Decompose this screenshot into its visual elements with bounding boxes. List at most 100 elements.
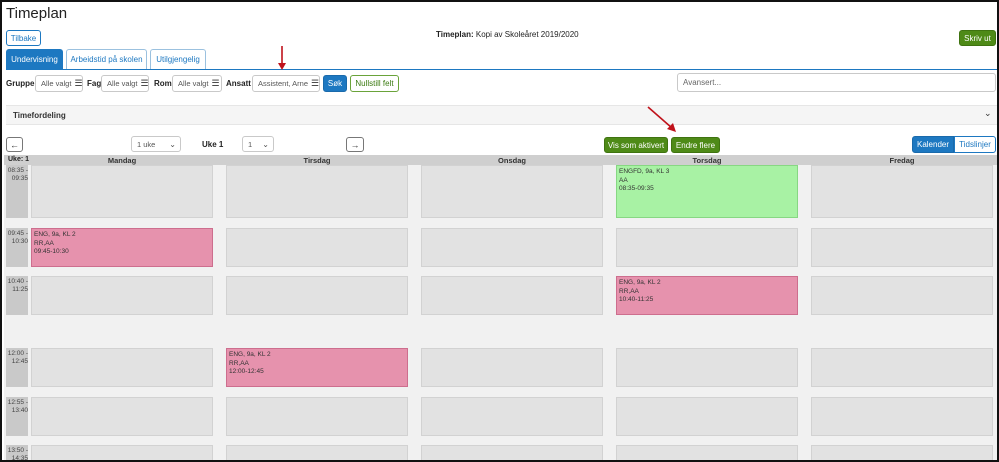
event-time: 09:45-10:30 [34,248,69,255]
week-label: Uke 1 [202,140,224,149]
time-slot-4: 12:00 - 12:45 [6,348,28,387]
event-card[interactable]: ENG, 9a, KL 2 RR,AA 09:45-10:30 [31,228,213,267]
calendar-cell[interactable] [811,165,993,218]
time-slot-3: 10:40 - 11:25 [6,276,28,315]
event-title: ENG, 9a, KL 2 [229,351,271,358]
view-timelines-button[interactable]: Tidslinjer [954,136,996,153]
event-staff: AA [619,176,628,184]
advanced-input[interactable]: Avansert... [677,73,996,92]
ansatt-select[interactable]: Assistent, Arne ☰ [252,75,320,92]
event-staff: RR,AA [34,239,54,247]
timefordeling-section[interactable] [6,105,997,125]
day-header-tirsdag: Tirsdag [303,156,331,165]
calendar-cell[interactable] [811,445,993,460]
event-card[interactable]: ENG, 9a, KL 2 RR,AA 10:40-11:25 [616,276,798,315]
calendar-cell[interactable] [31,445,213,460]
time-slot-1: 08:35 - 09:35 [6,165,28,218]
event-staff: RR,AA [229,359,249,367]
timetable-app: Timeplan Tilbake Timeplan: Kopi av Skole… [0,0,999,462]
fag-select[interactable]: Alle valgt ☰ [101,75,149,92]
edit-more-button[interactable]: Endre flere [671,137,720,153]
calendar-cell[interactable] [616,228,798,267]
calendar-cell[interactable] [421,276,603,315]
chevron-down-icon[interactable]: ⌄ [984,108,992,119]
day-header-torsdag: Torsdag [692,156,722,165]
calendar-cell[interactable] [226,276,408,315]
show-active-button[interactable]: Vis som aktivert [604,137,668,153]
fag-value: Alle valgt [107,79,138,88]
calendar-cell[interactable] [31,165,213,218]
day-header-mandag: Mandag [107,156,137,165]
ansatt-value: Assistent, Arne [258,79,309,88]
time-slot-2: 09:45 - 10:30 [6,228,28,267]
list-icon: ☰ [140,78,149,88]
print-button[interactable]: Skriv ut [959,30,996,46]
list-icon: ☰ [311,78,320,88]
calendar-cell[interactable] [421,228,603,267]
week-value: 1 [248,139,253,149]
plan-label: Timeplan: [436,30,474,39]
arrow-head [278,63,286,70]
tab-utilgjengelig[interactable]: Utilgjengelig [150,49,206,69]
calendar-cell[interactable] [421,397,603,436]
event-time: 10:40-11:25 [619,296,654,303]
search-button[interactable]: Søk [323,75,347,92]
calendar-cell[interactable] [421,165,603,218]
gruppe-select[interactable]: Alle valgt ☰ [35,75,83,92]
calendar-cell[interactable] [226,228,408,267]
page-title: Timeplan [6,5,68,22]
calendar-cell[interactable] [31,276,213,315]
arrow-left-icon[interactable]: ← [6,137,23,152]
tab-undervisning[interactable]: Undervisning [6,49,63,69]
calendar-cell[interactable] [811,397,993,436]
day-header-onsdag: Onsdag [498,156,526,165]
period-select[interactable]: 1 uke ⌄ [131,136,181,152]
plan-value: Kopi av Skoleåret 2019/2020 [475,30,579,39]
calendar-cell[interactable] [226,397,408,436]
calendar-cell[interactable] [226,445,408,460]
period-value: 1 uke [137,139,156,149]
arrow-right-icon[interactable]: → [346,137,364,152]
section-title: Timefordeling [13,111,66,120]
event-card[interactable]: ENGFD, 9a, KL 3 AA 08:35-09:35 [616,165,798,218]
calendar-cell[interactable] [811,228,993,267]
week-select[interactable]: 1 ⌄ [242,136,274,152]
event-time: 12:00-12:45 [229,368,264,375]
list-icon: ☰ [74,78,83,88]
filter-label-gruppe: Gruppe [6,79,35,88]
list-icon: ☰ [211,78,220,88]
rom-value: Alle valgt [178,79,209,88]
filter-label-ansatt: Ansatt [226,79,251,88]
calendar-cell[interactable] [421,445,603,460]
event-card[interactable]: ENG, 9a, KL 2 RR,AA 12:00-12:45 [226,348,408,387]
event-title: ENG, 9a, KL 2 [619,279,661,286]
calendar-cell[interactable] [811,348,993,387]
calendar-cell[interactable] [31,397,213,436]
calendar-cell[interactable] [616,445,798,460]
arrow-shaft [647,106,673,129]
annotation-arrow-down [278,46,286,70]
calendar-cell[interactable] [421,348,603,387]
calendar-cell[interactable] [226,165,408,218]
event-time: 08:35-09:35 [619,185,654,192]
filter-label-rom: Rom [154,79,172,88]
time-slot-5: 12:55 - 13:40 [6,397,28,436]
calendar-cell[interactable] [811,276,993,315]
calendar-cell[interactable] [616,348,798,387]
annotation-arrow-diagonal [647,106,676,132]
calendar-cell[interactable] [616,397,798,436]
event-title: ENGFD, 9a, KL 3 [619,168,670,175]
chevron-down-icon: ⌄ [169,139,176,149]
time-slot-6: 13:50 - 14:35 [6,445,28,462]
chevron-down-icon: ⌄ [262,139,269,149]
gruppe-value: Alle valgt [41,79,72,88]
view-calendar-button[interactable]: Kalender [912,136,954,153]
week-header: Uke: 1 [8,156,30,163]
tab-divider [6,69,997,70]
back-button[interactable]: Tilbake [6,30,41,46]
filter-label-fag: Fag [87,79,102,88]
reset-button[interactable]: Nullstill felt [350,75,399,92]
rom-select[interactable]: Alle valgt ☰ [172,75,222,92]
tab-arbeidstid[interactable]: Arbeidstid på skolen [66,49,147,69]
calendar-cell[interactable] [31,348,213,387]
